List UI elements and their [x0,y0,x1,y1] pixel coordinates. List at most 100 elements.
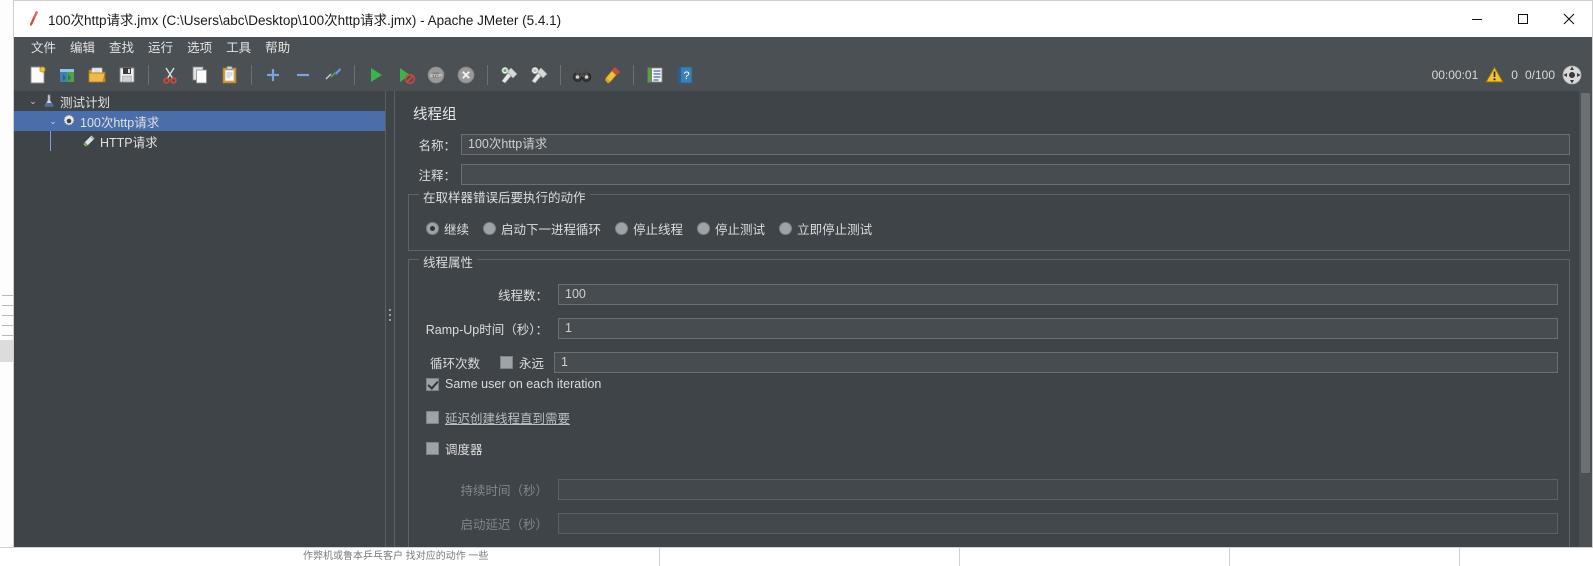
warning-count: 0 [1511,68,1518,82]
radio-continue[interactable]: 继续 [426,219,469,238]
editor-scrollbar[interactable] [1579,91,1592,547]
delayed-start-label: 延迟创建线程直到需要 [445,412,571,426]
checkbox-indicator [426,377,439,391]
menu-options[interactable]: 选项 [180,37,219,59]
title-bar: 100次http请求.jmx (C:\Users\abc\Desktop\100… [14,1,1592,37]
toolbar-separator [633,65,634,85]
rampup-input[interactable]: 1 [558,317,1558,339]
threads-input[interactable]: 100 [558,283,1558,305]
play-no-pause-icon[interactable] [393,62,419,88]
background-bottom-cell [660,547,960,566]
binoculars-icon[interactable] [569,62,595,88]
same-user-checkbox[interactable]: Same user on each iteration [426,377,601,391]
connection-globe-icon[interactable] [1562,65,1582,85]
minimize-button[interactable] [1454,1,1500,37]
startup-delay-label: 启动延迟（秒） [460,517,548,532]
test-plan-tree[interactable]: ⌄ 测试计划 ⌄ 100次http请求 HTTP请求 [14,91,385,547]
name-input[interactable]: 100次http请求 [461,133,1570,155]
plus-icon[interactable] [260,62,286,88]
yellow-brush-icon[interactable] [599,62,625,88]
elapsed-time: 00:00:01 [1431,68,1479,82]
play-green-icon[interactable] [363,62,389,88]
menu-help[interactable]: 帮助 [258,37,297,59]
thread-group-gear-icon [60,114,78,128]
chevron-down-icon[interactable]: ⌄ [26,96,40,107]
radio-label: 启动下一进程循环 [501,223,602,237]
jmeter-feather-icon [22,10,46,28]
screen: 作弊机或鲁本乒乓客户 找对应的动作 一些 100次http请求.jmx (C:\… [0,0,1593,566]
background-bottom-cell: 作弊机或鲁本乒乓客户 找对应的动作 一些 [300,547,660,566]
minus-icon[interactable] [290,62,316,88]
toggle-pencil-icon[interactable] [320,62,346,88]
clipboard-paste-icon[interactable] [217,62,243,88]
menu-bar: 文件 编辑 查找 运行 选项 工具 帮助 [14,37,1592,59]
error-action-group-title: 在取样器错误后要执行的动作 [419,187,590,206]
broom-clear-icon[interactable] [496,62,522,88]
warning-triangle-icon[interactable] [1485,66,1505,84]
radio-label: 立即停止测试 [797,223,873,237]
thread-properties-group-title: 线程属性 [419,252,478,271]
threads-row: 线程数： 100 [408,283,1558,305]
svg-text:STOP: STOP [430,73,442,78]
stop-sign-icon[interactable]: STOP [423,62,449,88]
scissors-icon[interactable] [157,62,183,88]
tree-node-http-request[interactable]: HTTP请求 [14,131,385,151]
panel-splitter[interactable] [385,91,395,547]
http-sampler-pipette-icon [80,134,98,148]
radio-start-next-loop[interactable]: 启动下一进程循环 [483,219,601,238]
menu-file[interactable]: 文件 [24,37,63,59]
rampup-label: Ramp-Up时间（秒）： [425,322,548,337]
chevron-down-icon[interactable]: ⌄ [46,116,60,127]
new-document-icon[interactable] [24,62,50,88]
help-book-icon[interactable]: ? [672,62,698,88]
radio-stop-test-now[interactable]: 立即停止测试 [779,219,872,238]
broom-clear-all-icon[interactable] [526,62,552,88]
forever-checkbox[interactable]: 永远 [500,353,544,372]
jmeter-main-window: 100次http请求.jmx (C:\Users\abc\Desktop\100… [13,0,1593,548]
radio-stop-thread[interactable]: 停止线程 [615,219,683,238]
shutdown-x-icon[interactable] [453,62,479,88]
checkbox-indicator [426,411,439,424]
same-user-label: Same user on each iteration [445,377,602,391]
radio-indicator [697,222,711,235]
templates-icon[interactable] [54,62,80,88]
duration-input[interactable] [558,478,1558,500]
menu-edit[interactable]: 编辑 [63,37,102,59]
close-button[interactable] [1546,1,1592,37]
menu-tools[interactable]: 工具 [219,37,258,59]
delayed-start-checkbox[interactable]: 延迟创建线程直到需要 [426,408,570,427]
name-label: 名称： [418,138,456,153]
window-title: 100次http请求.jmx (C:\Users\abc\Desktop\100… [48,13,562,28]
comments-input[interactable] [461,163,1570,185]
toolbar: STOP ? 00:00:01 0 0/100 [14,59,1592,91]
duration-row: 持续时间（秒） [408,478,1558,500]
tree-node-thread-group[interactable]: ⌄ 100次http请求 [14,111,385,131]
duration-label: 持续时间（秒） [460,483,548,498]
comments-row: 注释： [396,163,1570,185]
open-folder-icon[interactable] [84,62,110,88]
menu-search[interactable]: 查找 [102,37,141,59]
radio-indicator [615,222,629,235]
threads-label: 线程数： [497,288,548,303]
radio-label: 停止测试 [715,223,766,237]
page-title: 线程组 [413,107,457,123]
splitter-grip[interactable] [389,309,392,324]
checkbox-indicator [426,442,439,455]
list-lines-icon[interactable] [642,62,668,88]
startup-delay-row: 启动延迟（秒） [408,512,1558,534]
content-area: ⌄ 测试计划 ⌄ 100次http请求 HTTP请求 线程组 名称： 100次h… [14,91,1592,547]
maximize-button[interactable] [1500,1,1546,37]
copy-icon[interactable] [187,62,213,88]
tree-node-test-plan[interactable]: ⌄ 测试计划 [14,91,385,111]
startup-delay-input[interactable] [558,512,1558,534]
loops-row: 循环次数 永远 1 [408,351,1558,373]
editor-scrollbar-thumb[interactable] [1581,93,1590,473]
radio-stop-test[interactable]: 停止测试 [697,219,765,238]
loops-input[interactable]: 1 [554,351,1558,373]
menu-run[interactable]: 运行 [141,37,180,59]
scheduler-checkbox[interactable]: 调度器 [426,439,483,458]
save-disk-icon[interactable] [114,62,140,88]
toolbar-separator [354,65,355,85]
tree-guide-line [50,131,51,151]
radio-indicator [779,222,793,235]
